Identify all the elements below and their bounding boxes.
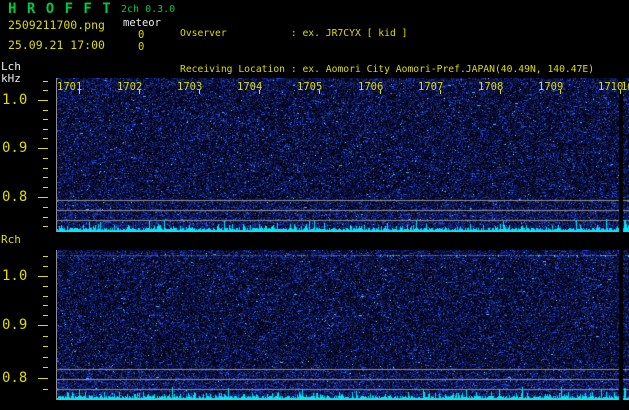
freq-label: 0.8 bbox=[2, 370, 28, 386]
time-tick bbox=[259, 90, 260, 94]
rch-spectrogram bbox=[57, 250, 629, 400]
location-line: Receiving Location : ex. Aomori City Aom… bbox=[180, 64, 595, 75]
rch-channel-label: Rch bbox=[1, 233, 21, 246]
freq-label: 1.0 bbox=[2, 268, 28, 284]
freq-label: 0.9 bbox=[2, 317, 28, 333]
freq-minor-tick bbox=[43, 217, 48, 218]
freq-minor-tick bbox=[43, 336, 48, 337]
output-filename: 2509211700.png bbox=[8, 18, 105, 32]
hrofft-window: H R O F F T 2509211700.png 25.09.21 17:0… bbox=[0, 0, 629, 410]
freq-minor-tick bbox=[43, 207, 48, 208]
freq-minor-tick bbox=[43, 296, 48, 297]
time-tick bbox=[139, 90, 140, 94]
freq-minor-tick bbox=[43, 187, 48, 188]
time-label-partial: 10 bbox=[621, 81, 629, 93]
time-tick bbox=[500, 90, 501, 94]
freq-minor-tick bbox=[43, 367, 48, 368]
freq-minor-tick bbox=[43, 81, 48, 82]
freq-label: 0.8 bbox=[2, 189, 28, 205]
time-tick bbox=[199, 90, 200, 94]
observation-datetime: 25.09.21 17:00 bbox=[8, 38, 105, 52]
meteor-counter-label: meteor bbox=[123, 17, 161, 29]
freq-major-tick bbox=[38, 148, 48, 149]
freq-minor-tick bbox=[43, 346, 48, 347]
rch-axis-line bbox=[56, 250, 57, 400]
lch-axis-line bbox=[56, 78, 57, 232]
freq-minor-tick bbox=[43, 305, 48, 306]
freq-minor-tick bbox=[43, 168, 48, 169]
freq-major-tick bbox=[38, 276, 48, 277]
freq-minor-tick bbox=[43, 158, 48, 159]
version-label: 2ch 0.3.0 bbox=[121, 4, 176, 15]
time-tick bbox=[319, 90, 320, 94]
freq-minor-tick bbox=[43, 110, 48, 111]
freq-major-tick bbox=[38, 197, 48, 198]
freq-major-tick bbox=[38, 378, 48, 379]
freq-minor-tick bbox=[43, 177, 48, 178]
freq-minor-tick bbox=[43, 286, 48, 287]
observer-line: Ovserver : ex. JR7CYX [ kid ] bbox=[180, 28, 408, 39]
freq-minor-tick bbox=[43, 226, 48, 227]
freq-minor-tick bbox=[43, 138, 48, 139]
freq-minor-tick bbox=[43, 119, 48, 120]
freq-major-tick bbox=[38, 325, 48, 326]
freq-major-tick bbox=[38, 100, 48, 101]
freq-minor-tick bbox=[43, 357, 48, 358]
freq-minor-tick bbox=[43, 315, 48, 316]
app-title: H R O F F T bbox=[8, 1, 112, 17]
time-tick bbox=[380, 90, 381, 94]
freq-minor-tick bbox=[43, 90, 48, 91]
freq-minor-tick bbox=[43, 129, 48, 130]
khz-unit-label: kHz bbox=[1, 72, 21, 85]
freq-minor-tick bbox=[43, 256, 48, 257]
freq-minor-tick bbox=[43, 266, 48, 267]
lch-spectrogram bbox=[57, 78, 629, 232]
freq-label: 0.9 bbox=[2, 140, 28, 156]
time-tick bbox=[440, 90, 441, 94]
lch-channel-label: Lch bbox=[1, 60, 21, 73]
meteor-count-rch: 0 bbox=[138, 41, 145, 53]
freq-label: 1.0 bbox=[2, 92, 28, 108]
time-tick bbox=[79, 90, 80, 94]
time-tick bbox=[560, 90, 561, 94]
meteor-count-lch: 0 bbox=[138, 29, 145, 41]
freq-minor-tick bbox=[43, 389, 48, 390]
